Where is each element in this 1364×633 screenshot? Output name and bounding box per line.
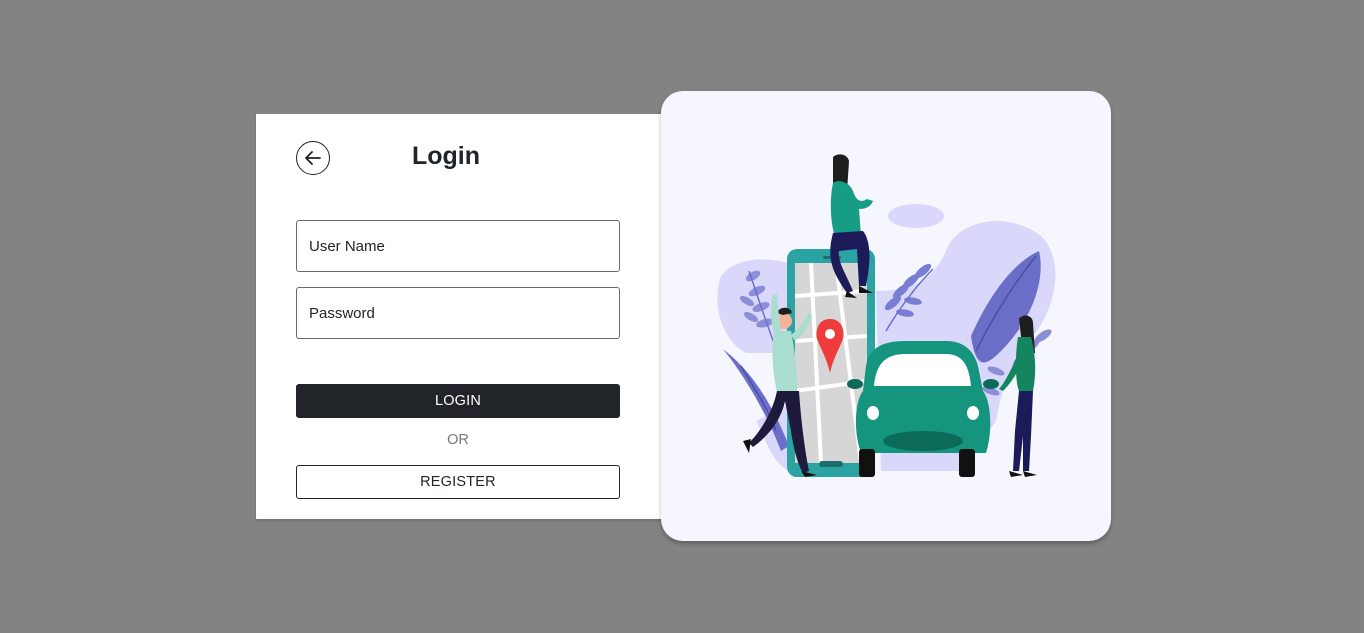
arrow-left-icon bbox=[305, 151, 321, 165]
ride-booking-illustration bbox=[717, 154, 1056, 477]
register-button[interactable]: REGISTER bbox=[296, 465, 620, 499]
password-field[interactable] bbox=[296, 287, 620, 339]
or-divider-label: OR bbox=[447, 432, 469, 448]
illustration-card bbox=[661, 91, 1111, 541]
page-title: Login bbox=[411, 142, 481, 170]
username-field[interactable] bbox=[296, 220, 620, 272]
login-panel: Login LOGIN OR REGISTER bbox=[256, 114, 666, 519]
login-button[interactable]: LOGIN bbox=[296, 384, 620, 418]
back-button[interactable] bbox=[296, 141, 330, 175]
